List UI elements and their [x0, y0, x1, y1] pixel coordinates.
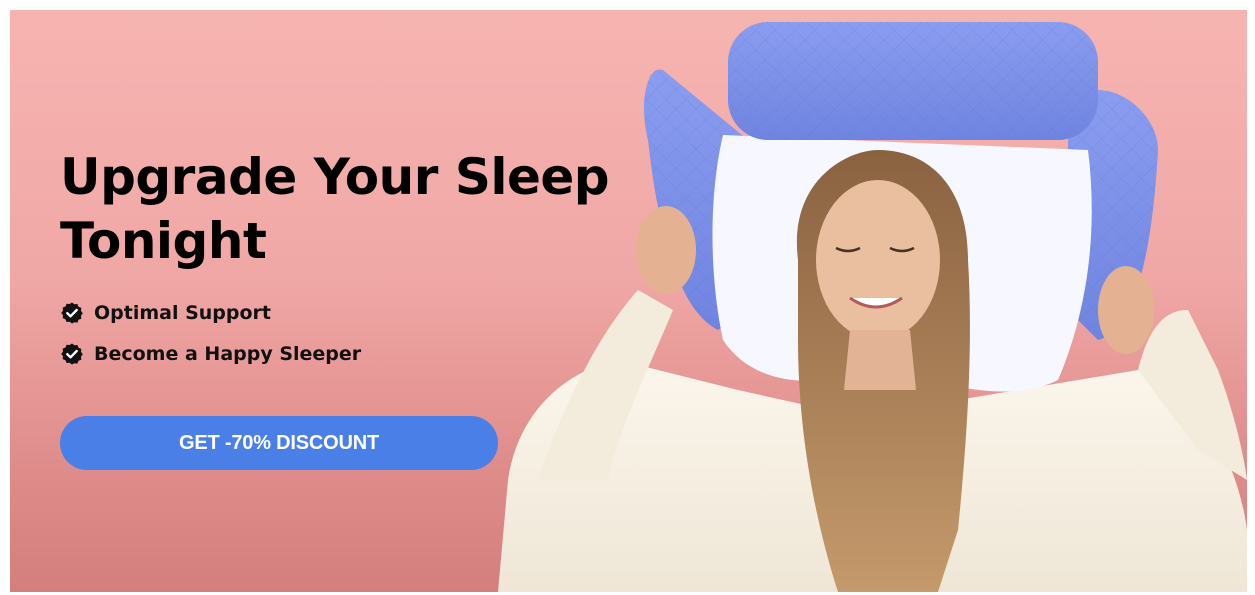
check-badge-icon — [60, 301, 84, 325]
hero-banner: Upgrade Your Sleep Tonight Optimal Suppo… — [10, 10, 1247, 592]
feature-label: Optimal Support — [94, 302, 272, 324]
get-discount-button[interactable]: GET -70% DISCOUNT — [60, 416, 498, 470]
feature-item: Become a Happy Sleeper — [60, 341, 361, 367]
feature-list: Optimal Support Become a Happy Sleeper — [60, 300, 361, 382]
feature-item: Optimal Support — [60, 300, 361, 326]
check-badge-icon — [60, 342, 84, 366]
woman-with-pillow-image — [498, 22, 1247, 592]
feature-label: Become a Happy Sleeper — [94, 343, 362, 365]
